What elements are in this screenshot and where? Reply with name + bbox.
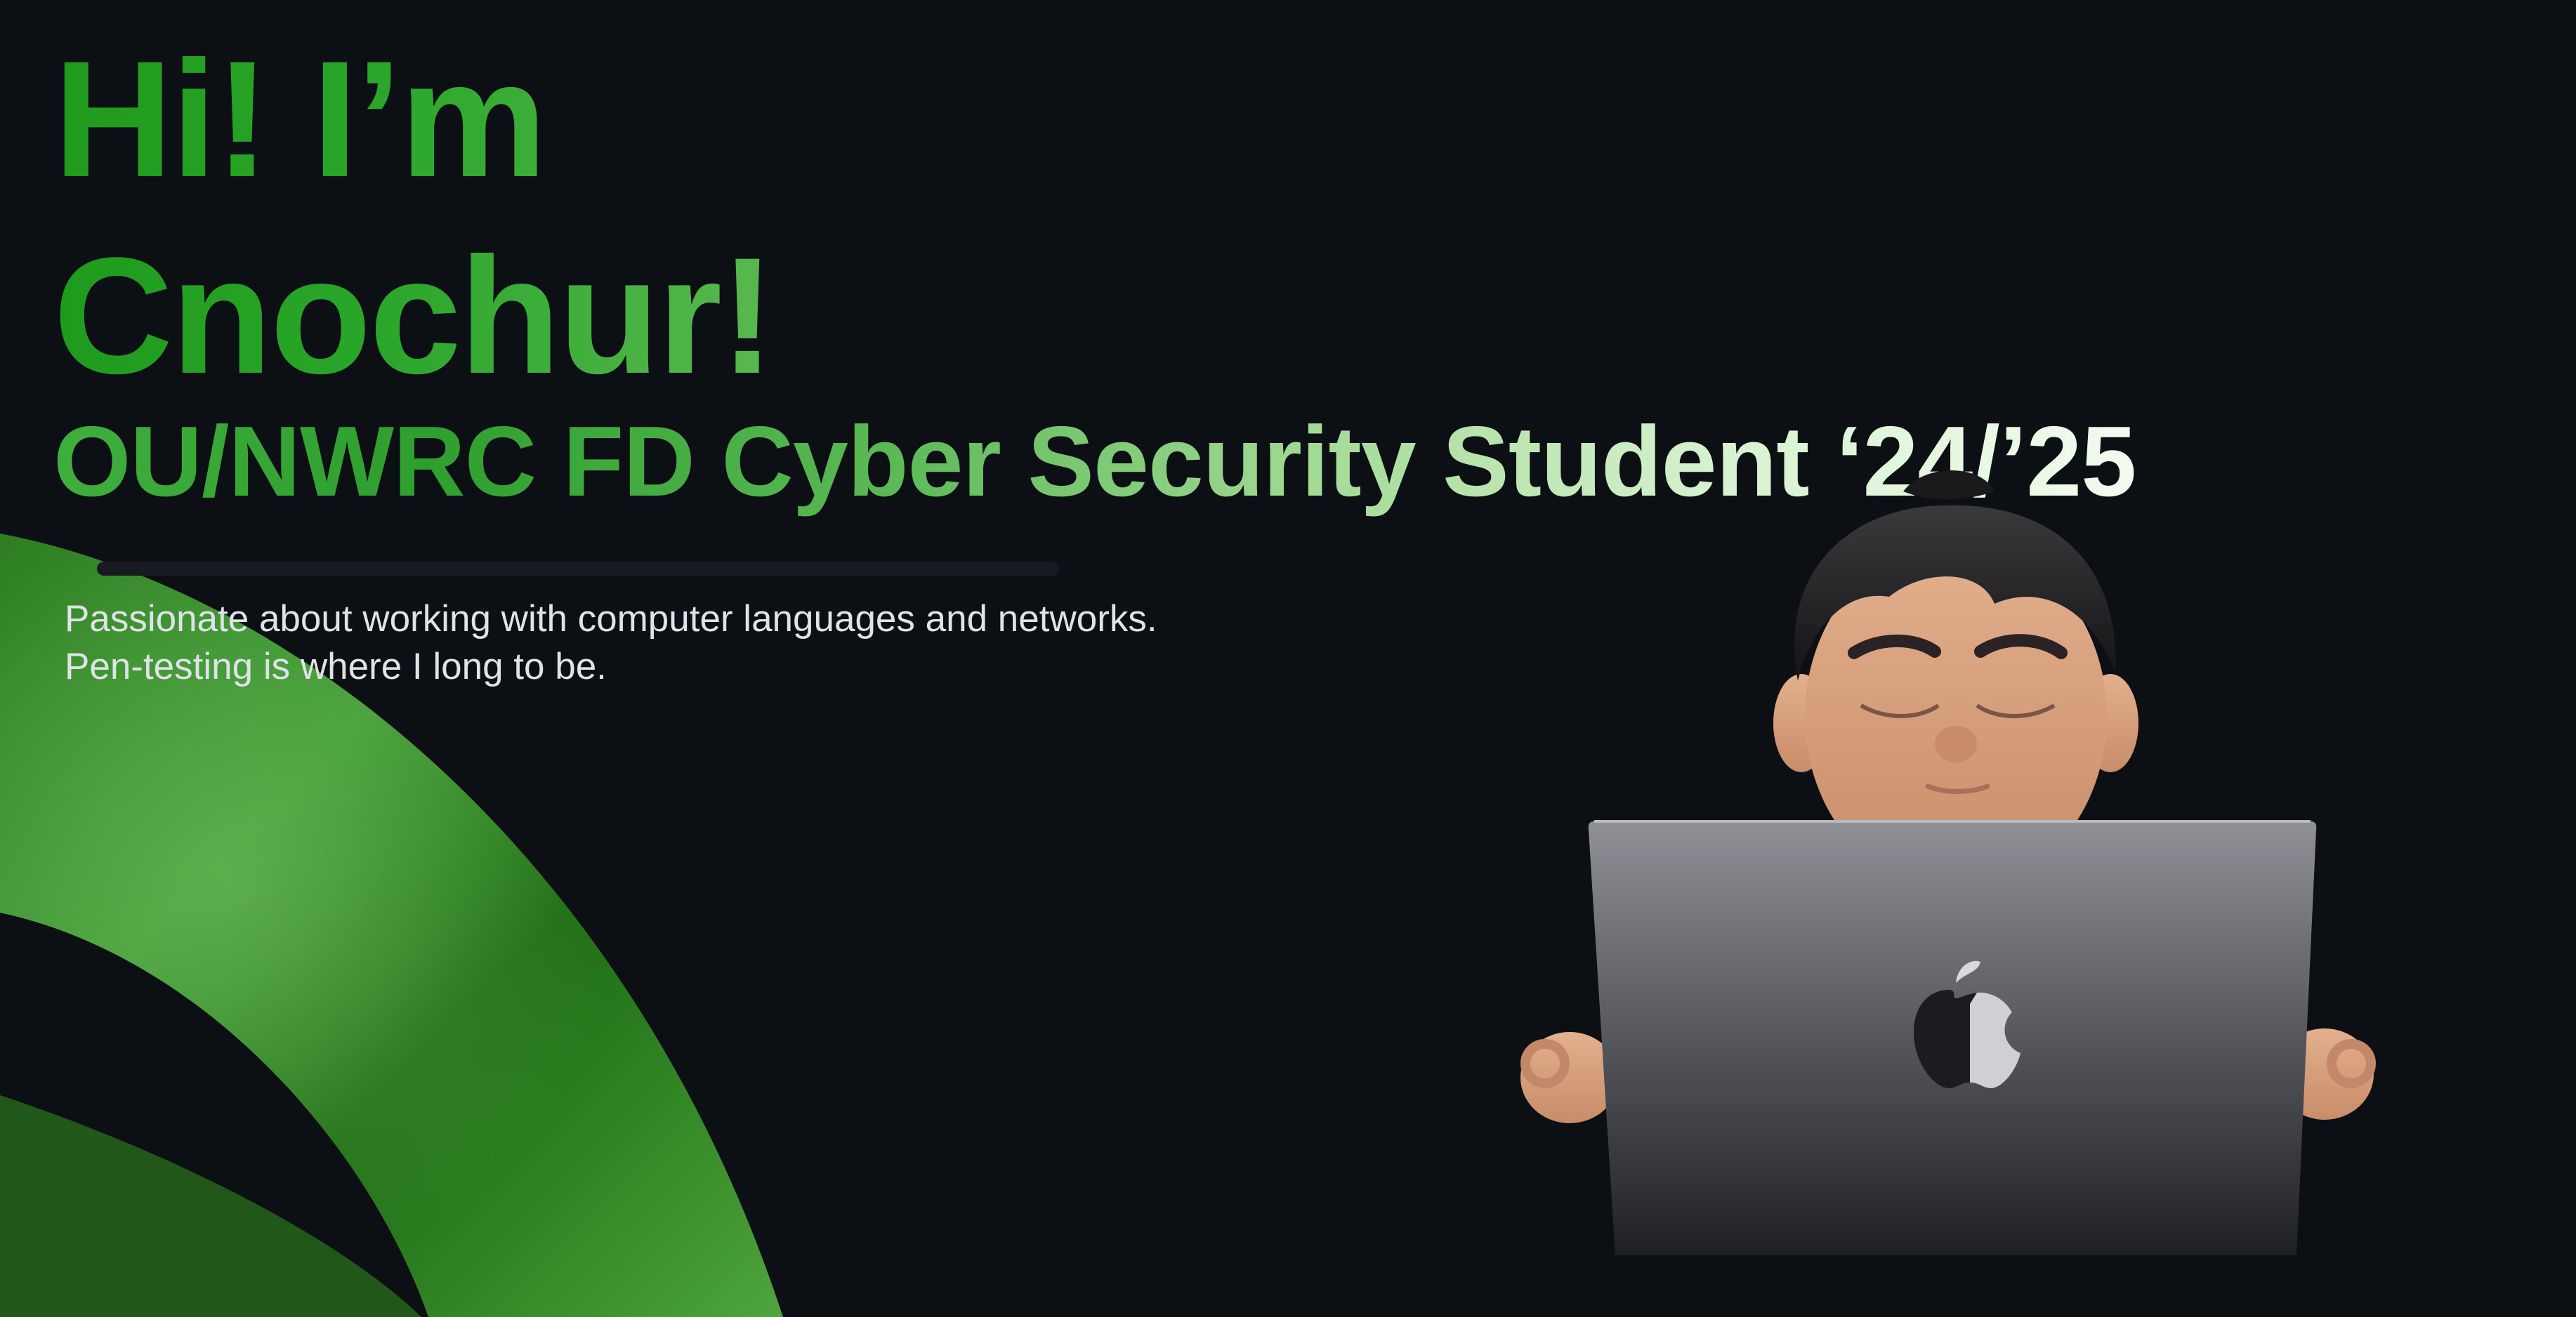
- bio-text: Passionate about working with computer l…: [65, 598, 1157, 687]
- hero-greeting: Hi! I’m: [53, 21, 773, 218]
- hero-heading: Hi! I’m Cnochur!: [53, 21, 775, 414]
- laptop: [1588, 820, 2317, 1255]
- hero-name: Cnochur!: [53, 218, 775, 414]
- divider: [97, 562, 1059, 576]
- memoji-avatar-with-laptop-icon: [1520, 470, 2376, 1255]
